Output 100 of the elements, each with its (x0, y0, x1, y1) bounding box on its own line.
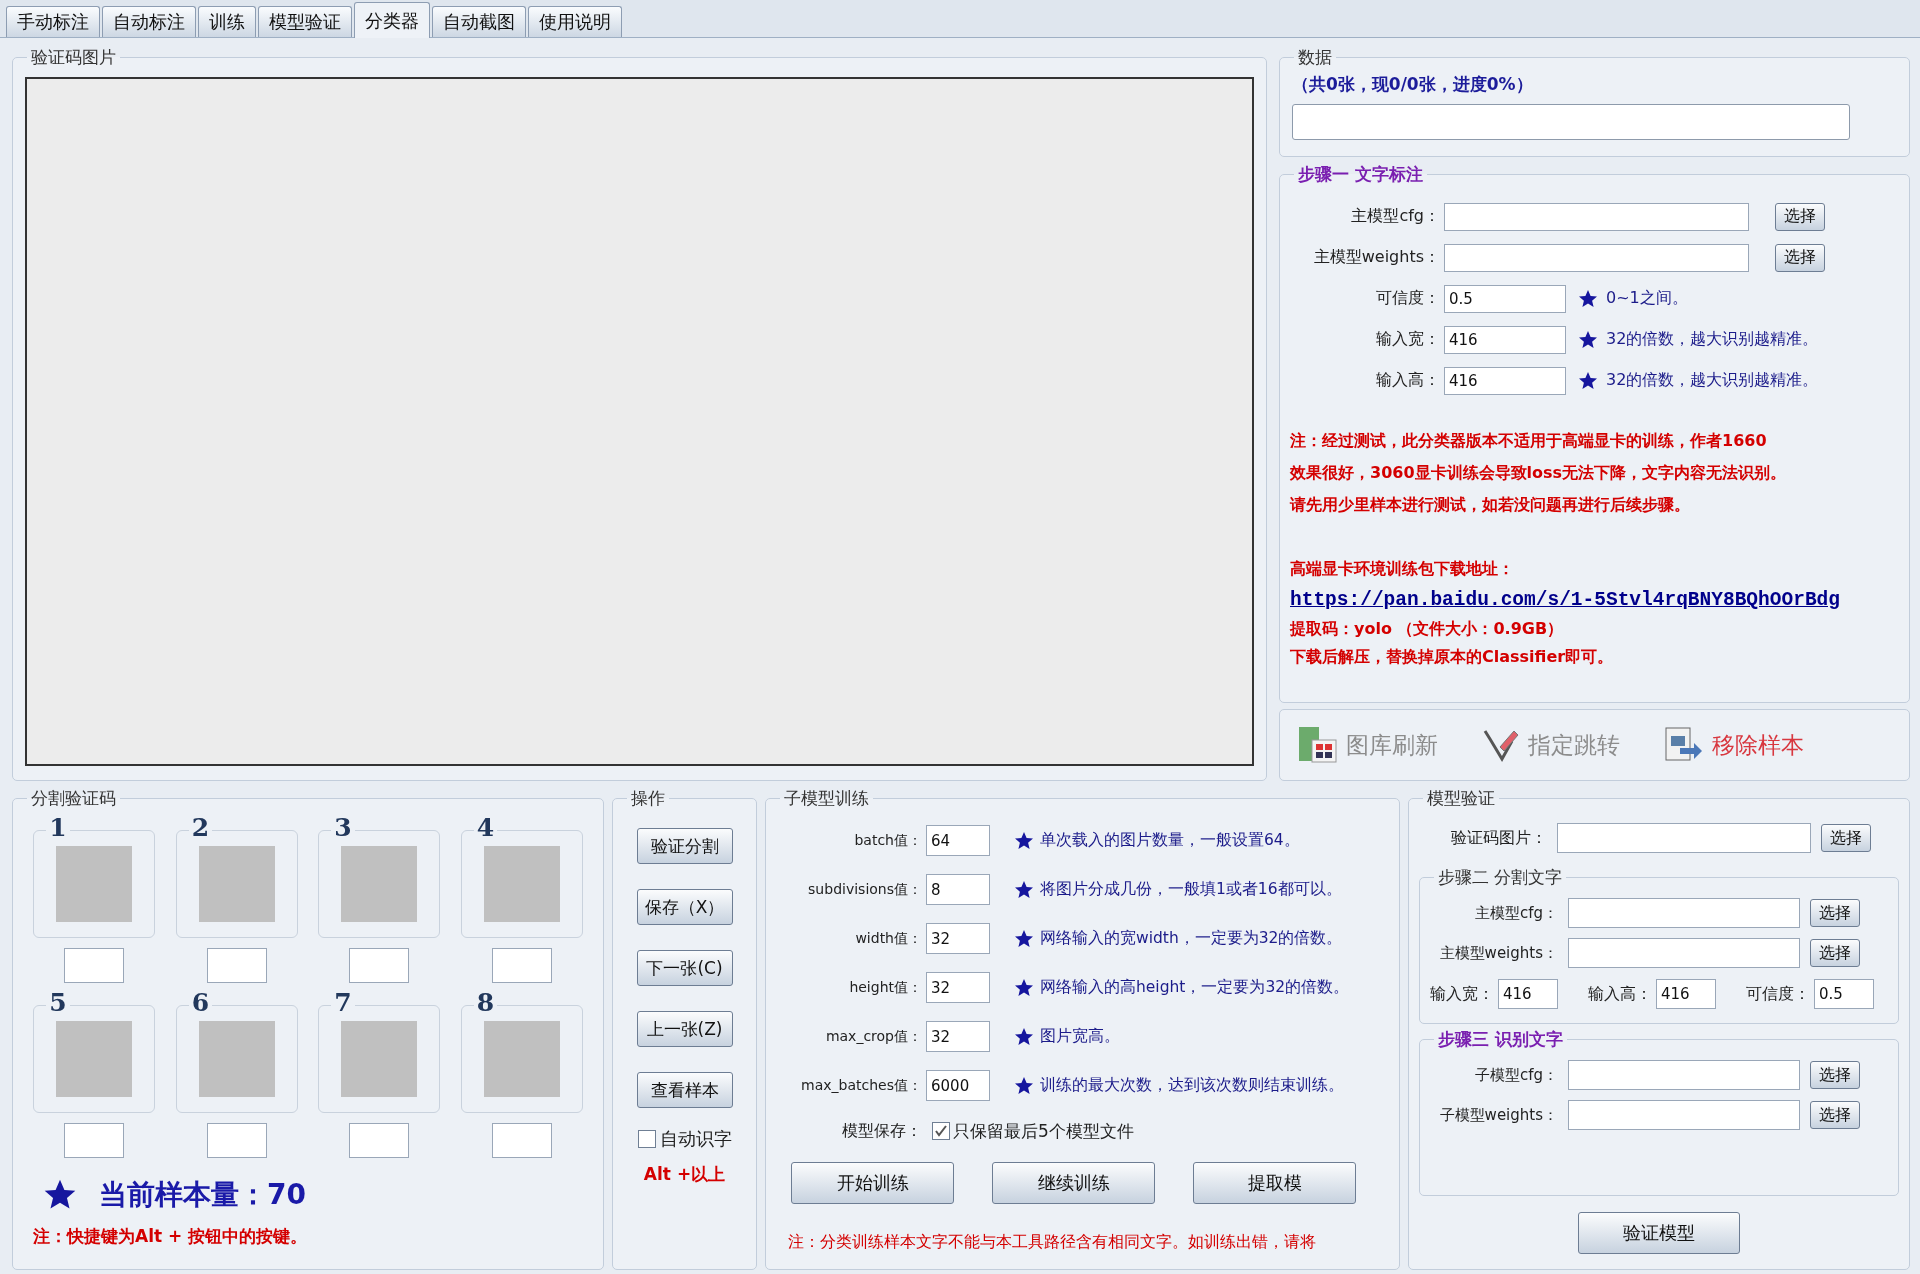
param-label: subdivisions值： (807, 880, 922, 899)
star-icon (1014, 928, 1034, 949)
select-button[interactable]: 选择 (1810, 899, 1860, 927)
star-icon (1014, 977, 1034, 998)
text-field[interactable] (1444, 243, 1749, 272)
text-field[interactable]: 416 (1656, 979, 1716, 1009)
field-label: 输入宽： (1430, 983, 1494, 1005)
text-field[interactable]: 0.5 (1814, 979, 1874, 1009)
download-link[interactable]: https://pan.baidu.com/s/1-5Stvl4rqBNY8BQhOOrBdg (1290, 585, 1899, 615)
tab[interactable]: 训练 (198, 6, 256, 37)
action-button[interactable]: 上一张(Z) (636, 1011, 733, 1047)
action-button[interactable]: 下一张(C) (636, 950, 733, 986)
action-button[interactable]: 保存（X） (636, 889, 733, 925)
tab[interactable]: 自动截图 (432, 6, 526, 37)
text-field[interactable] (1444, 202, 1749, 231)
action-button[interactable]: 开始训练 (791, 1162, 954, 1204)
text-field[interactable]: 416 (1444, 325, 1566, 354)
hint-text: 训练的最大次数，达到该次数则结束训练。 (1040, 1075, 1344, 1096)
text-field[interactable] (1568, 898, 1800, 928)
segment-text-field[interactable] (206, 948, 267, 983)
star-icon (1014, 1026, 1034, 1047)
progress-text: （共0张，现0/0张，进度0%） (1292, 73, 1534, 96)
text-field[interactable]: 32 (926, 972, 990, 1003)
star-icon (1014, 830, 1034, 851)
hint-text: 网络输入的高height，一定要为32的倍数。 (1040, 977, 1350, 998)
text-field[interactable]: 0.5 (1444, 284, 1566, 313)
segment-text-field[interactable] (491, 948, 552, 983)
warning-text: 请先用少里样本进行测试，如若没问题再进行后续步骤。 (1290, 494, 1691, 516)
checkbox[interactable] (637, 1130, 656, 1148)
text-field[interactable] (1568, 1060, 1800, 1090)
document-arrow-icon (1664, 726, 1704, 764)
hint-text: 图片宽高。 (1040, 1026, 1120, 1047)
group-title: 验证码图片 (30, 46, 117, 69)
param-label: 模型保存： (841, 1120, 922, 1142)
select-button[interactable]: 选择 (1810, 1061, 1860, 1089)
action-button[interactable]: 验证分割 (636, 828, 733, 864)
text-field[interactable] (1568, 1100, 1800, 1130)
shortcut-hint: Alt +以上 (643, 1163, 726, 1186)
tab[interactable]: 模型验证 (258, 6, 352, 37)
field-label: 主模型weights： (1312, 247, 1440, 268)
group-title: 子模型训练 (783, 787, 870, 810)
param-label: batch值： (853, 831, 922, 850)
checkbox[interactable] (932, 1122, 950, 1140)
sample-count-text: 当前样本量：70 (99, 1177, 306, 1213)
field-label: 验证码图片： (1450, 827, 1547, 849)
text-field[interactable]: 32 (926, 923, 990, 954)
star-icon (1014, 1075, 1034, 1096)
hint-text: 0~1之间。 (1606, 288, 1688, 309)
param-label: max_crop值： (824, 1027, 922, 1046)
param-label: height值： (848, 978, 922, 997)
segment-text-field[interactable] (349, 948, 410, 983)
segment-text-field[interactable] (491, 1123, 552, 1158)
star-icon (1014, 879, 1034, 900)
text-field[interactable] (1557, 823, 1811, 853)
verify-model-button[interactable]: 验证模型 (1578, 1212, 1740, 1254)
field-label: 主模型cfg： (1473, 903, 1558, 923)
star-icon (1578, 370, 1598, 391)
select-button[interactable]: 选择 (1775, 243, 1825, 272)
field-label: 输入高： (1588, 983, 1652, 1005)
field-label: 子模型cfg： (1473, 1065, 1558, 1085)
select-button[interactable]: 选择 (1810, 939, 1860, 967)
action-button[interactable]: 提取模 (1193, 1162, 1356, 1204)
select-button[interactable]: 选择 (1810, 1101, 1860, 1129)
hint-text: 32的倍数，越大识别越精准。 (1606, 329, 1819, 350)
segment-text-field[interactable] (64, 1123, 125, 1158)
select-button[interactable]: 选择 (1775, 202, 1825, 231)
group-title: 步骤一 文字标注 (1297, 163, 1424, 186)
action-button[interactable]: 继续训练 (992, 1162, 1155, 1204)
field-label: 可信度： (1375, 288, 1440, 309)
download-heading: 高端显卡环境训练包下载地址： (1290, 558, 1515, 580)
text-field[interactable]: 32 (926, 1021, 990, 1052)
segment-text-field[interactable] (64, 948, 125, 983)
star-icon (1578, 288, 1598, 309)
tab[interactable]: 手动标注 (6, 6, 100, 37)
text-field[interactable]: 416 (1444, 366, 1566, 395)
group-title: 操作 (630, 787, 666, 810)
segment-text-field[interactable] (206, 1123, 267, 1158)
hint-text: 网络输入的宽width，一定要为32的倍数。 (1040, 928, 1343, 949)
group-title: 模型验证 (1426, 787, 1496, 810)
field-label: 输入宽： (1375, 329, 1440, 350)
tab[interactable]: 使用说明 (528, 6, 622, 37)
action-button[interactable]: 查看样本 (636, 1072, 733, 1108)
warning-text: 效果很好，3060显卡训练会导致loss无法下降，文字内容无法识别。 (1290, 462, 1788, 484)
extraction-code-text: 提取码：yolo （文件大小：0.9GB） (1290, 618, 1565, 640)
field-label: 主模型weights： (1438, 943, 1558, 963)
training-note: 注：分类训练样本文字不能与本工具路径含有相同文字。如训练出错，请将 (788, 1232, 1317, 1253)
text-field[interactable] (1568, 938, 1800, 968)
shortcut-note: 注：快捷键为Alt + 按钮中的按键。 (33, 1225, 309, 1248)
star-icon (1578, 329, 1598, 350)
warning-text: 注：经过测试，此分类器版本不适用于高端显卡的训练，作者1660 (1290, 430, 1768, 452)
select-button[interactable]: 选择 (1821, 824, 1871, 852)
text-field[interactable]: 64 (926, 825, 990, 856)
text-field[interactable]: 6000 (926, 1070, 990, 1101)
toolbar-button[interactable]: 移除样本 (1664, 726, 1804, 764)
text-field[interactable]: 416 (1498, 979, 1558, 1009)
tab[interactable]: 自动标注 (102, 6, 196, 37)
tab[interactable]: 分类器 (354, 2, 430, 38)
text-field[interactable]: 8 (926, 874, 990, 905)
segment-text-field[interactable] (349, 1123, 410, 1158)
star-icon (43, 1178, 77, 1212)
